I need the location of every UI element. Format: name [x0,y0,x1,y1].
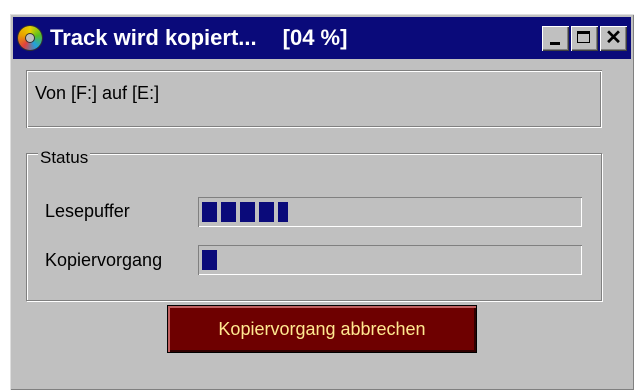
status-group [26,153,602,301]
close-icon: ✕ [605,26,622,49]
maximize-icon [577,30,590,43]
window-title: Track wird kopiert... [50,25,257,50]
minimize-icon [550,41,560,45]
title-bar[interactable]: Track wird kopiert... [04 %] ✕ [13,17,631,59]
read-buffer-progress-fill [202,202,289,222]
copy-process-progress-fill [202,250,218,270]
window-title-percent: [04 %] [282,25,348,50]
maximize-button[interactable] [571,25,598,51]
copy-process-label: Kopiervorgang [45,250,163,270]
status-legend: Status [38,148,91,167]
cd-icon [18,26,42,50]
cancel-copy-button[interactable]: Kopiervorgang abbrechen [167,305,477,353]
path-text: Von [F:] auf [E:] [35,83,160,103]
read-buffer-progress-bar [198,197,582,227]
minimize-button[interactable] [542,25,569,51]
copy-process-progress-bar [198,245,582,275]
window-controls: ✕ [542,25,627,51]
read-buffer-label: Lesepuffer [45,201,130,221]
close-button[interactable]: ✕ [600,25,627,51]
